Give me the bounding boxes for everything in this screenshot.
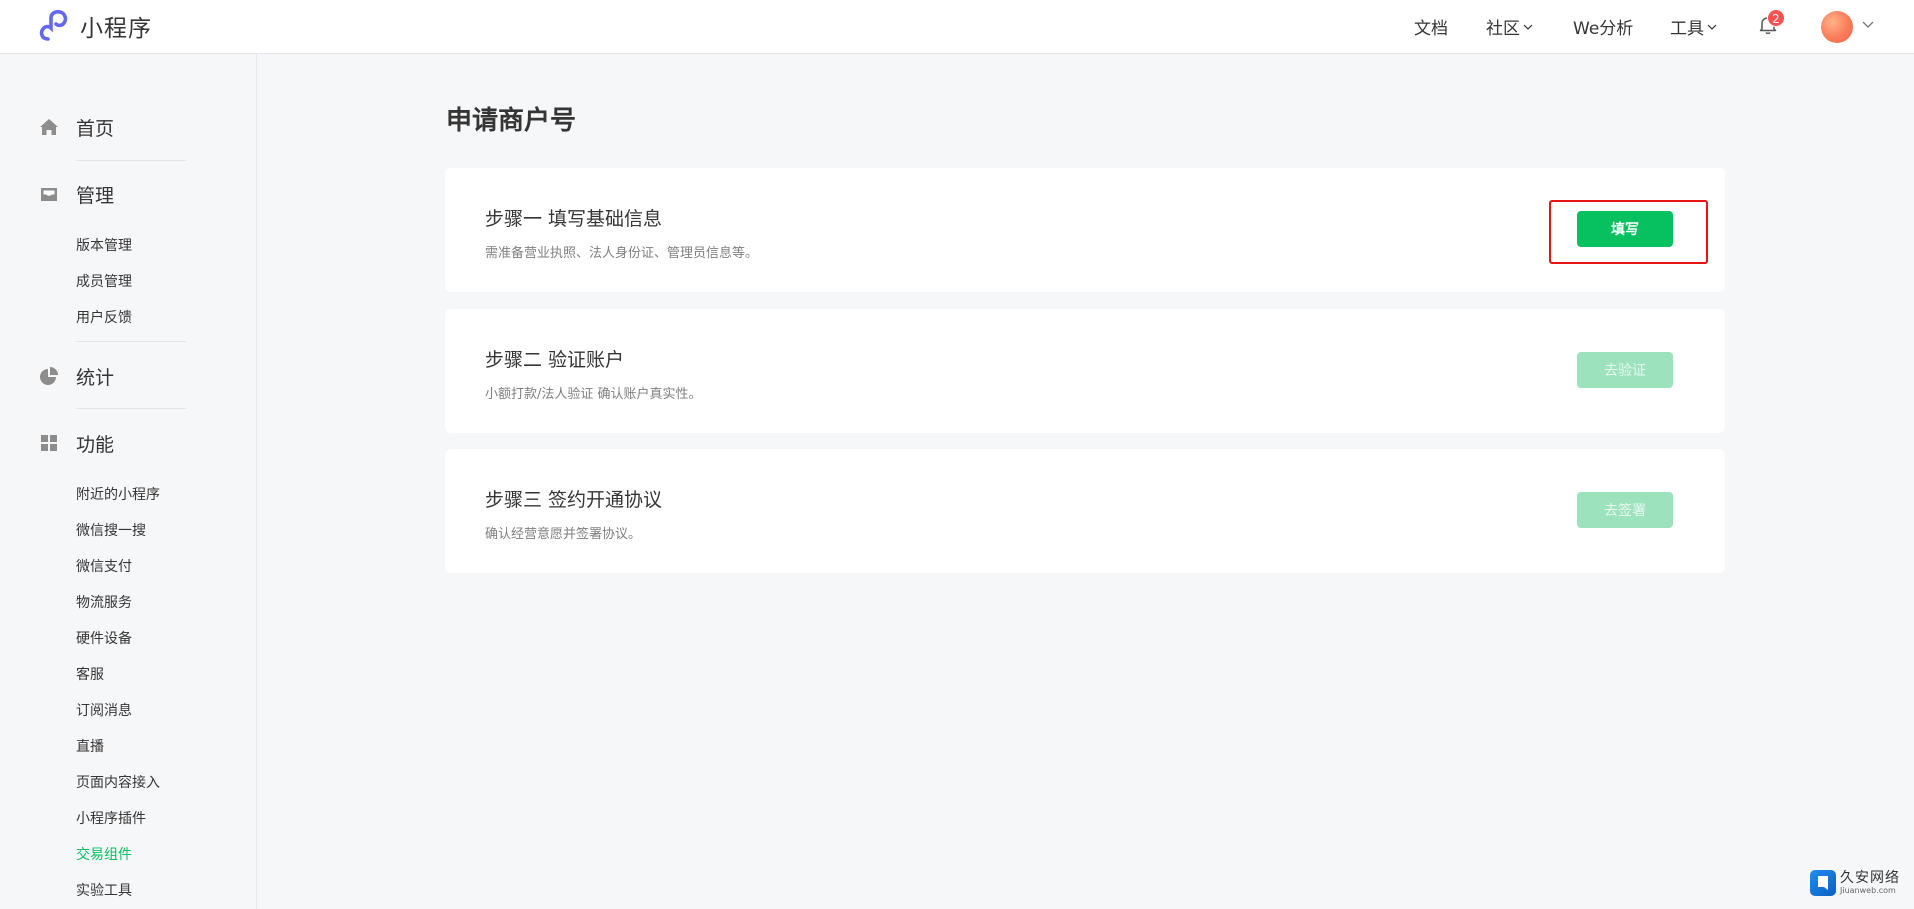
step-title: 步骤三 签约开通协议 (485, 489, 663, 511)
sidebar-item-features[interactable]: 功能 (38, 428, 114, 458)
step-title: 步骤二 验证账户 (485, 349, 625, 371)
nav-tools-label: 工具 (1670, 19, 1704, 39)
nav-community[interactable]: 社区 (1486, 14, 1533, 39)
sidebar-divider (76, 160, 186, 161)
sidebar-item-page-content-access[interactable]: 页面内容接入 (76, 772, 160, 792)
chevron-down-icon (1523, 24, 1533, 30)
grid-icon (41, 435, 57, 451)
sidebar-divider (76, 341, 186, 342)
highlight-box (1549, 200, 1708, 264)
nav-tools[interactable]: 工具 (1670, 14, 1717, 39)
step-card-2: 步骤二 验证账户 小额打款/法人验证 确认账户真实性。 去验证 (445, 309, 1725, 433)
watermark-url: Jiuanweb.com (1840, 886, 1896, 895)
notification-badge: 2 (1767, 9, 1785, 27)
sidebar-item-home-label: 首页 (76, 118, 115, 140)
sidebar-item-live-streaming[interactable]: 直播 (76, 736, 104, 756)
sidebar-item-member-management[interactable]: 成员管理 (76, 271, 132, 291)
chevron-down-icon[interactable] (1862, 18, 1874, 30)
sidebar-item-lab-tools[interactable]: 实验工具 (76, 880, 132, 900)
logo[interactable]: 小程序 (38, 9, 152, 43)
chevron-down-icon (1707, 24, 1717, 30)
sidebar-item-user-feedback[interactable]: 用户反馈 (76, 307, 132, 327)
sidebar-item-subscription-messages[interactable]: 订阅消息 (76, 700, 132, 720)
sidebar-divider (76, 408, 186, 409)
step-description: 小额打款/法人验证 确认账户真实性。 (485, 387, 702, 402)
step-card-3: 步骤三 签约开通协议 确认经营意愿并签署协议。 去签署 (445, 449, 1725, 573)
nav-we-analytics[interactable]: We分析 (1573, 14, 1633, 39)
nav-community-label: 社区 (1486, 19, 1520, 39)
inbox-icon (41, 188, 57, 201)
sidebar: 首页 管理 版本管理 成员管理 用户反馈 统计 功能 附近的小程序 微信搜一搜 … (0, 54, 257, 909)
verify-button[interactable]: 去验证 (1577, 352, 1673, 388)
mini-program-logo-icon (39, 9, 68, 41)
top-header: 小程序 文档 社区 We分析 工具 2 (0, 0, 1914, 54)
sidebar-item-home[interactable]: 首页 (38, 112, 114, 142)
sidebar-item-stats[interactable]: 统计 (38, 361, 114, 391)
sidebar-item-hardware[interactable]: 硬件设备 (76, 628, 132, 648)
sidebar-item-wechat-pay[interactable]: 微信支付 (76, 556, 132, 576)
nav-docs[interactable]: 文档 (1414, 14, 1448, 39)
sidebar-item-features-label: 功能 (76, 434, 115, 456)
step-description: 需准备营业执照、法人身份证、管理员信息等。 (485, 246, 759, 261)
step-description: 确认经营意愿并签署协议。 (485, 527, 642, 542)
watermark: 久安网络 Jiuanweb.com (1810, 870, 1900, 896)
avatar[interactable] (1821, 11, 1853, 43)
sidebar-item-plugins[interactable]: 小程序插件 (76, 808, 146, 828)
pie-chart-icon (40, 367, 58, 385)
page-title: 申请商户号 (446, 106, 577, 136)
sidebar-item-wechat-search[interactable]: 微信搜一搜 (76, 520, 146, 540)
sidebar-item-manage[interactable]: 管理 (38, 179, 114, 209)
nav-docs-label: 文档 (1414, 19, 1448, 39)
step-title: 步骤一 填写基础信息 (485, 208, 663, 230)
watermark-text: 久安网络 (1840, 870, 1900, 886)
step-card-1: 步骤一 填写基础信息 需准备营业执照、法人身份证、管理员信息等。 填写 (445, 168, 1725, 292)
sign-button[interactable]: 去签署 (1577, 492, 1673, 528)
sidebar-item-nearby-mini-programs[interactable]: 附近的小程序 (76, 484, 160, 504)
logo-text: 小程序 (80, 16, 152, 42)
nav-we-analytics-label: We分析 (1573, 19, 1634, 39)
sidebar-item-logistics[interactable]: 物流服务 (76, 592, 132, 612)
sidebar-item-manage-label: 管理 (76, 185, 115, 207)
watermark-logo-icon (1810, 870, 1836, 896)
sidebar-item-trade-component[interactable]: 交易组件 (76, 844, 132, 864)
sidebar-item-stats-label: 统计 (76, 367, 115, 389)
home-icon (40, 119, 58, 135)
sidebar-item-customer-service[interactable]: 客服 (76, 664, 104, 684)
sidebar-item-version-management[interactable]: 版本管理 (76, 235, 132, 255)
